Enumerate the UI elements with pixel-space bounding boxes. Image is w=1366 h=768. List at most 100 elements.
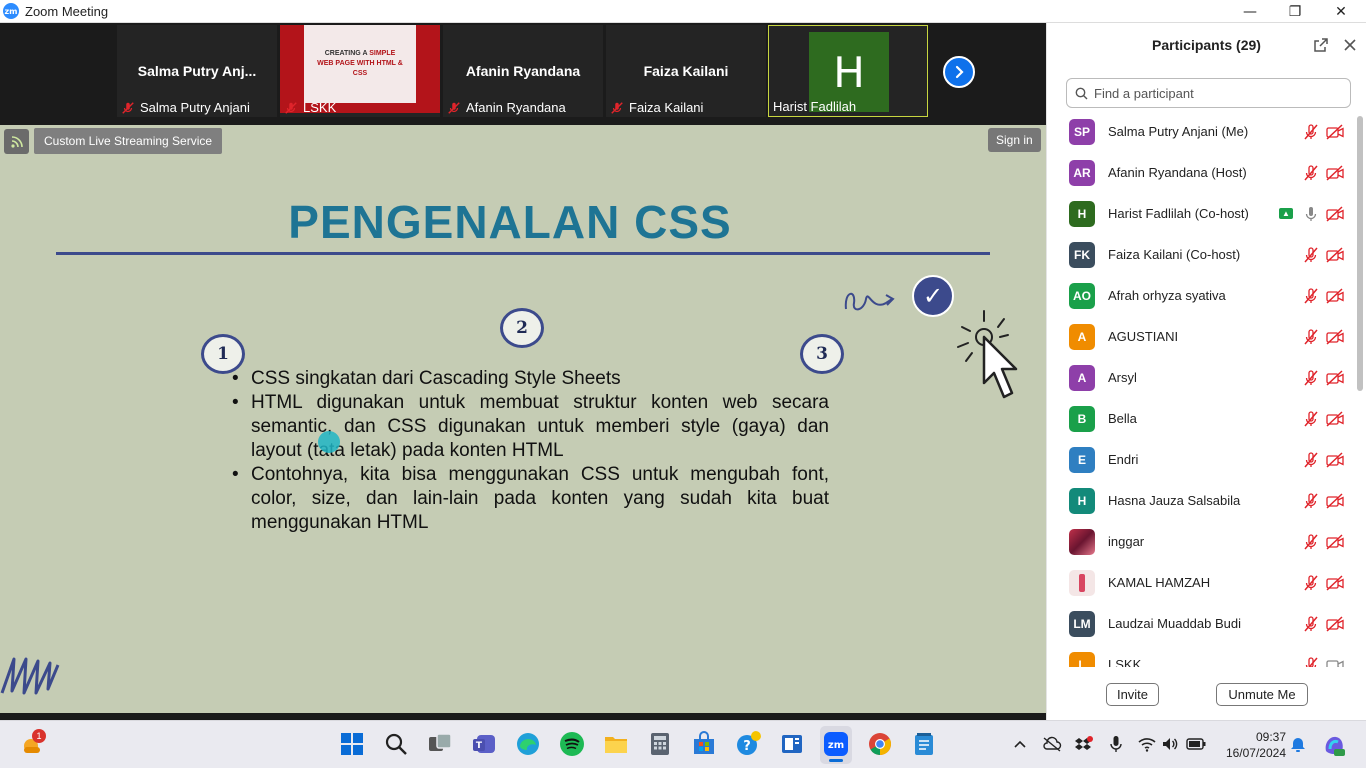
tile-label: Afanin Ryandana [447,100,566,115]
video-tile-active-speaker[interactable]: H Harist Fadlilah [768,25,928,117]
video-tile[interactable]: Afanin Ryandana Afanin Ryandana [443,25,603,117]
thumb-title-bottom: WEB PAGE WITH HTML & CSS [317,60,403,77]
participant-name: LSKK [1108,657,1142,667]
participant-list-scrollbar[interactable] [1356,111,1364,667]
mic-muted-icon[interactable] [1303,451,1319,468]
spotify-icon[interactable] [559,731,585,757]
table-row[interactable]: KAMAL HAMZAH [1047,562,1355,603]
notification-bell-icon[interactable] [1290,735,1306,753]
cloud-offline-icon[interactable] [1042,736,1062,752]
windows-start-icon[interactable] [339,731,365,757]
mic-muted-icon[interactable] [1303,533,1319,550]
video-off-icon[interactable] [1326,369,1344,386]
video-tile-lskk[interactable]: CREATING A SIMPLE WEB PAGE WITH HTML & CS… [280,25,440,117]
mic-muted-icon[interactable] [1303,328,1319,345]
mic-muted-icon[interactable] [1303,410,1319,427]
file-explorer-icon[interactable] [603,731,629,757]
get-help-icon[interactable]: ? [735,731,761,757]
video-tile[interactable]: Salma Putry Anj... Salma Putry Anjani [117,25,277,117]
wifi-icon[interactable] [1138,736,1156,752]
mic-muted-icon[interactable] [1303,164,1319,181]
battery-icon[interactable] [1186,737,1206,751]
clock-time: 09:37 [1255,730,1286,744]
calculator-icon[interactable] [647,731,673,757]
video-off-icon[interactable] [1326,410,1344,427]
invite-button[interactable]: Invite [1106,683,1159,706]
maximize-button[interactable]: ❐ [1272,0,1318,23]
news-app-icon[interactable] [779,731,805,757]
mic-muted-icon[interactable] [1303,615,1319,632]
streaming-badge[interactable]: Custom Live Streaming Service [34,128,223,154]
scrollbar-thumb[interactable] [1357,116,1363,391]
mic-on-icon[interactable] [1303,206,1319,222]
table-row[interactable]: A AGUSTIANI [1047,316,1355,357]
table-row[interactable]: AR Afanin Ryandana (Host) [1047,152,1355,193]
video-off-icon[interactable] [1326,574,1344,591]
table-row[interactable]: FK Faiza Kailani (Co-host) [1047,234,1355,275]
table-row[interactable]: H Harist Fadlilah (Co-host) ▲ [1047,193,1355,234]
video-off-icon[interactable] [1326,615,1344,632]
mic-muted-icon[interactable] [1303,246,1319,263]
mic-muted-icon[interactable] [1303,492,1319,509]
mic-muted-icon[interactable] [1303,123,1319,140]
table-row[interactable]: A Arsyl [1047,357,1355,398]
next-page-button[interactable] [943,56,975,88]
table-row[interactable]: AO Afrah orhyza syativa [1047,275,1355,316]
avatar: SP [1069,118,1095,145]
close-window-button[interactable]: ✕ [1318,0,1364,23]
avatar: E [1069,446,1095,473]
video-off-icon[interactable] [1326,164,1344,181]
chrome-icon[interactable] [867,731,893,757]
video-icon[interactable] [1326,657,1344,668]
mic-muted-icon[interactable] [1303,287,1319,304]
avatar: A [1069,323,1095,350]
video-off-icon[interactable] [1326,287,1344,304]
mic-muted-icon[interactable] [1303,656,1319,668]
dropbox-icon[interactable] [1075,736,1093,752]
windows-taskbar: 1 T ? zm 09:37 16/07/2024 [0,720,1366,768]
table-row[interactable]: B Bella [1047,398,1355,439]
video-off-icon[interactable] [1326,451,1344,468]
task-view-icon[interactable] [427,731,453,757]
notification-badge: 1 [32,729,46,743]
minimize-button[interactable]: — [1227,0,1273,23]
tile-name: Harist Fadlilah [773,99,857,114]
close-icon[interactable] [1342,37,1358,53]
search-icon[interactable] [383,731,409,757]
tile-label: LSKK [284,100,336,115]
sign-in-button[interactable]: Sign in [988,128,1041,152]
system-clock[interactable]: 09:37 16/07/2024 [1216,729,1286,761]
video-off-icon[interactable] [1326,492,1344,509]
participant-name: Afanin Ryandana (Host) [1108,165,1247,180]
video-tile[interactable]: Faiza Kailani Faiza Kailani [606,25,766,117]
edge-icon[interactable] [515,731,541,757]
search-input[interactable] [1094,85,1334,101]
video-off-icon[interactable] [1326,533,1344,550]
video-off-icon[interactable] [1326,328,1344,345]
zoom-taskbar-button[interactable]: zm [820,726,852,764]
popout-icon[interactable] [1313,37,1329,53]
copilot-icon[interactable] [1322,733,1346,757]
video-off-icon[interactable] [1326,246,1344,263]
table-row[interactable]: SP Salma Putry Anjani (Me) [1047,111,1355,152]
video-off-icon[interactable] [1326,205,1344,222]
live-stream-icon[interactable] [4,129,29,154]
mic-muted-icon [611,101,623,114]
mic-muted-icon[interactable] [1303,574,1319,591]
microsoft-store-icon[interactable] [691,731,717,757]
table-row[interactable]: L LSKK [1047,644,1355,667]
unmute-me-button[interactable]: Unmute Me [1216,683,1308,706]
volume-icon[interactable] [1162,736,1178,752]
participant-name: KAMAL HAMZAH [1108,575,1211,590]
table-row[interactable]: H Hasna Jauza Salsabila [1047,480,1355,521]
mic-muted-icon[interactable] [1303,369,1319,386]
chevron-up-icon[interactable] [1013,738,1027,750]
table-row[interactable]: inggar [1047,521,1355,562]
weather-widget-icon[interactable]: 1 [20,729,46,757]
teams-icon[interactable]: T [471,731,497,757]
notepad-icon[interactable] [911,731,937,757]
table-row[interactable]: LM Laudzai Muaddab Budi [1047,603,1355,644]
microphone-icon[interactable] [1109,735,1123,753]
video-off-icon[interactable] [1326,123,1344,140]
table-row[interactable]: E Endri [1047,439,1355,480]
